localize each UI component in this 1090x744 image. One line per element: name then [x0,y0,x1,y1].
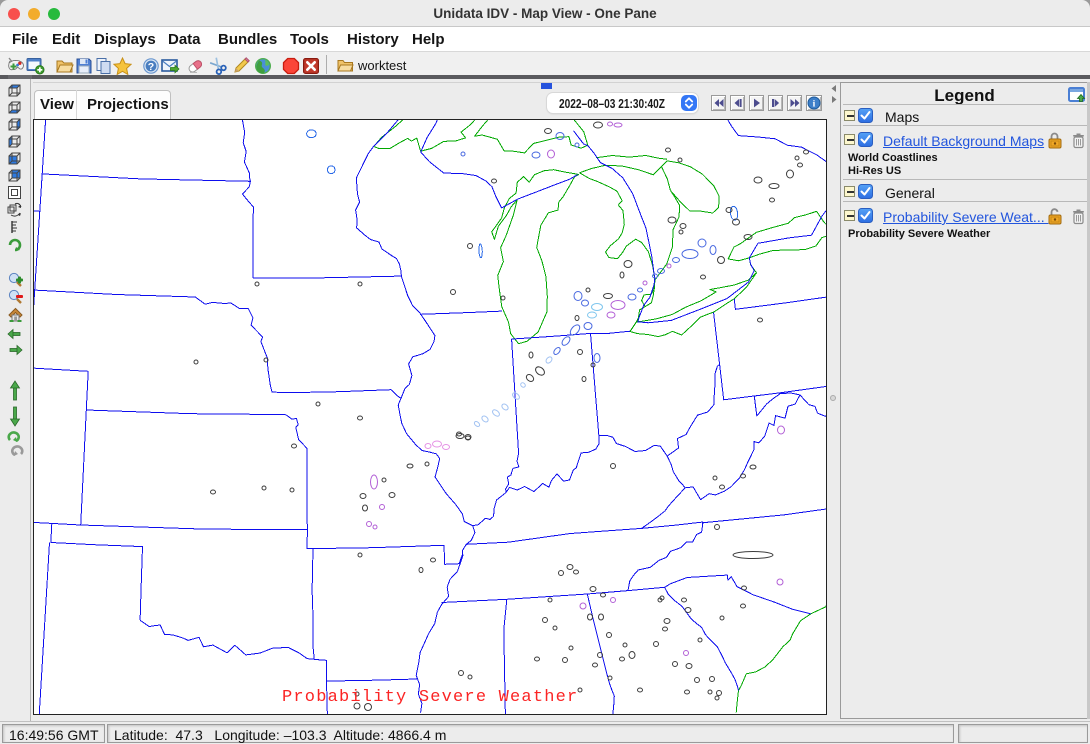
svg-text:?: ? [148,61,154,73]
svg-text:i: i [813,99,816,109]
svg-text:Probability Severe Weather: Probability Severe Weather [282,688,578,707]
